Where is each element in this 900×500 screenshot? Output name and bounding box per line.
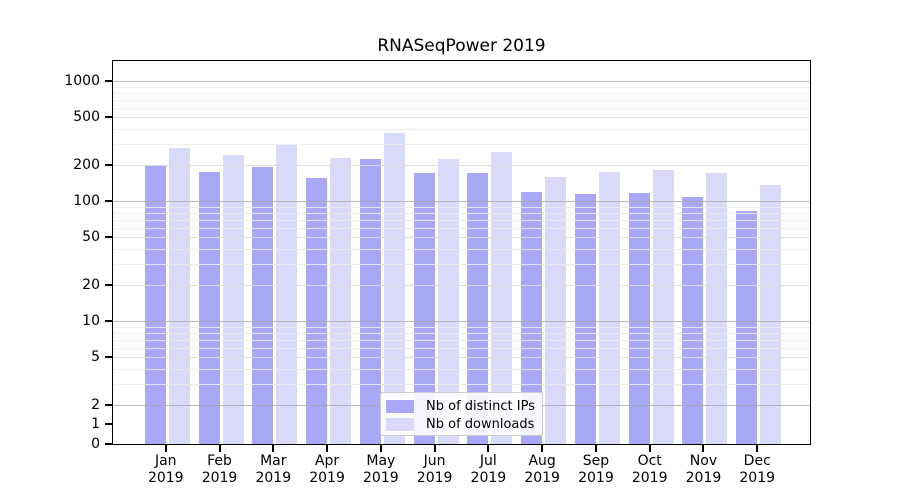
- bar-downloads-mar: [276, 145, 297, 444]
- x-tick-label-mar: Mar2019: [243, 453, 303, 487]
- chart-title: RNASeqPower 2019: [112, 36, 811, 56]
- gridline-200: [113, 165, 810, 166]
- gridline-900: [113, 87, 810, 88]
- gridline-100: [113, 201, 810, 202]
- gridline-5: [113, 357, 810, 358]
- x-tick-label-nov: Nov2019: [673, 453, 733, 487]
- x-tick-nov: [702, 445, 704, 452]
- bar-ips-oct: [629, 193, 650, 444]
- x-tick-label-apr: Apr2019: [297, 453, 357, 487]
- y-tick-200: [105, 164, 112, 166]
- bar-ips-sep: [575, 194, 596, 444]
- y-tick-label-500: 500: [30, 110, 100, 124]
- x-tick-label-sep: Sep2019: [566, 453, 626, 487]
- gridline-500: [113, 117, 810, 118]
- plot-area: [112, 60, 811, 445]
- y-tick-5: [105, 356, 112, 358]
- y-tick-0: [105, 443, 112, 445]
- bar-downloads-feb: [223, 155, 244, 444]
- x-tick-sep: [595, 445, 597, 452]
- gridline-20: [113, 285, 810, 286]
- y-tick-100: [105, 200, 112, 202]
- y-tick-label-1: 1: [30, 417, 100, 431]
- gridline-10: [113, 321, 810, 322]
- y-tick-10: [105, 320, 112, 322]
- gridline-6: [113, 348, 810, 349]
- x-tick-jan: [165, 445, 167, 452]
- x-tick-jul: [487, 445, 489, 452]
- y-tick-1000: [105, 80, 112, 82]
- x-tick-label-feb: Feb2019: [190, 453, 250, 487]
- x-tick-label-oct: Oct2019: [620, 453, 680, 487]
- figure: RNASeqPower 2019 0 1 2 5 10 20 50 100 200 500 1000…: [0, 0, 900, 500]
- ips-color-swatch: [386, 400, 414, 413]
- y-tick-label-5: 5: [30, 350, 100, 364]
- x-tick-mar: [272, 445, 274, 452]
- legend-item-downloads: Nb of downloads: [386, 415, 537, 433]
- gridline-70: [113, 220, 810, 221]
- x-tick-label-aug: Aug2019: [512, 453, 572, 487]
- gridline-700: [113, 100, 810, 101]
- legend-label-distinct-ips: Nb of distinct IPs: [426, 399, 535, 414]
- x-tick-label-dec: Dec2019: [727, 453, 787, 487]
- gridline-60: [113, 228, 810, 229]
- gridline-40: [113, 249, 810, 250]
- y-tick-label-200: 200: [30, 158, 100, 172]
- x-tick-may: [380, 445, 382, 452]
- x-tick-oct: [649, 445, 651, 452]
- legend-label-downloads: Nb of downloads: [426, 417, 534, 432]
- x-tick-feb: [219, 445, 221, 452]
- bar-downloads-jan: [169, 148, 190, 444]
- y-tick-500: [105, 116, 112, 118]
- gridline-80: [113, 213, 810, 214]
- bar-ips-mar: [252, 167, 273, 444]
- y-tick-20: [105, 284, 112, 286]
- gridline-1000: [113, 81, 810, 82]
- y-tick-label-100: 100: [30, 194, 100, 208]
- x-tick-label-jun: Jun2019: [405, 453, 465, 487]
- gridline-3: [113, 384, 810, 385]
- gridline-4: [113, 369, 810, 370]
- y-tick-label-0: 0: [30, 437, 100, 451]
- bar-downloads-oct: [653, 170, 674, 444]
- y-tick-2: [105, 404, 112, 406]
- bar-ips-dec: [736, 211, 757, 444]
- y-tick-label-20: 20: [30, 278, 100, 292]
- gridline-800: [113, 93, 810, 94]
- x-tick-aug: [541, 445, 543, 452]
- x-tick-apr: [326, 445, 328, 452]
- gridline-50: [113, 237, 810, 238]
- x-tick-jun: [434, 445, 436, 452]
- gridline-300: [113, 144, 810, 145]
- gridline-90: [113, 207, 810, 208]
- legend-item-distinct-ips: Nb of distinct IPs: [386, 397, 537, 415]
- gridline-400: [113, 129, 810, 130]
- gridline-30: [113, 264, 810, 265]
- y-tick-label-2: 2: [30, 398, 100, 412]
- y-tick-50: [105, 236, 112, 238]
- gridline-9: [113, 327, 810, 328]
- x-tick-dec: [756, 445, 758, 452]
- y-tick-1: [105, 423, 112, 425]
- bar-downloads-nov: [706, 173, 727, 444]
- legend: Nb of distinct IPs Nb of downloads: [380, 392, 543, 436]
- x-tick-label-jul: Jul2019: [458, 453, 518, 487]
- gridline-7: [113, 340, 810, 341]
- downloads-color-swatch: [386, 418, 414, 431]
- x-tick-label-jan: Jan2019: [136, 453, 196, 487]
- gridline-600: [113, 108, 810, 109]
- bar-downloads-aug: [545, 177, 566, 444]
- y-tick-label-1000: 1000: [30, 74, 100, 88]
- x-tick-label-may: May2019: [351, 453, 411, 487]
- y-tick-label-50: 50: [30, 230, 100, 244]
- gridline-8: [113, 333, 810, 334]
- y-tick-label-10: 10: [30, 314, 100, 328]
